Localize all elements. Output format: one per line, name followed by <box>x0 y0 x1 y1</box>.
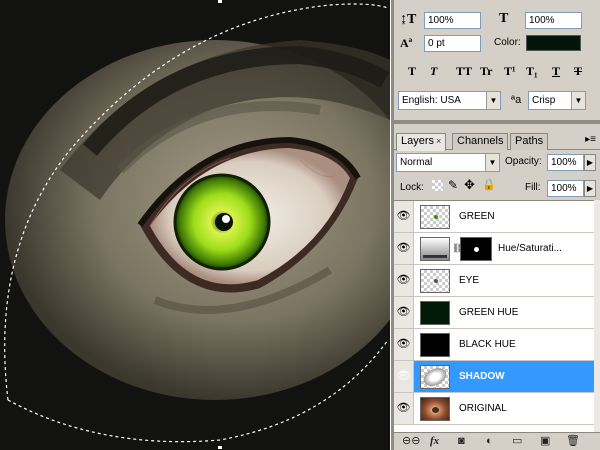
lock-position-icon[interactable]: ✥ <box>464 177 475 193</box>
adjustment-icon[interactable]: ◐ <box>486 435 493 448</box>
right-panel: ↨T 100% T 100% Aª 0 pt Color: T T TT Tr … <box>394 0 600 450</box>
opacity-slider-arrow-icon[interactable]: ▶ <box>584 154 596 171</box>
layer-thumbnail <box>420 301 450 325</box>
antialias-select[interactable]: Crisp ▼ <box>528 91 586 110</box>
fill-slider-arrow-icon[interactable]: ▶ <box>584 180 596 197</box>
panel-separator <box>394 120 600 124</box>
layer-original[interactable]: 👁 ORIGINAL <box>394 393 594 425</box>
vertical-scale-field[interactable]: 100% <box>424 12 481 29</box>
layer-name: Hue/Saturati... <box>498 243 562 254</box>
faux-bold-button[interactable]: T <box>408 64 416 78</box>
baseline-shift-field[interactable]: 0 pt <box>424 35 481 52</box>
layer-hue-saturation[interactable]: 👁 ⛓ Hue/Saturati... <box>394 233 594 265</box>
eye-icon[interactable]: 👁 <box>394 233 414 264</box>
close-icon[interactable]: × <box>436 136 441 146</box>
lock-transparency-icon[interactable] <box>432 180 443 191</box>
layer-name: ORIGINAL <box>459 403 507 414</box>
eye-photo <box>0 0 390 450</box>
layer-green-hue[interactable]: 👁 GREEN HUE <box>394 297 594 329</box>
tab-layers[interactable]: Layers × <box>396 133 447 151</box>
vertical-scale-icon: ↨T <box>400 12 417 27</box>
layer-shadow[interactable]: 👁 SHADOW <box>394 361 594 393</box>
tab-paths[interactable]: Paths <box>510 133 549 150</box>
layer-name: GREEN HUE <box>459 307 519 318</box>
fill-field[interactable]: 100% <box>547 180 584 197</box>
all-caps-button[interactable]: TT <box>456 64 472 78</box>
layer-mask-thumbnail[interactable] <box>460 237 492 261</box>
document-canvas[interactable] <box>0 0 390 450</box>
layer-eye[interactable]: 👁 EYE <box>394 265 594 297</box>
horizontal-scale-icon: T <box>499 11 509 26</box>
tab-paths-label: Paths <box>515 135 544 147</box>
layer-name: BLACK HUE <box>459 339 516 350</box>
mask-icon[interactable]: ◙ <box>458 435 465 448</box>
layer-thumbnail <box>420 269 450 293</box>
chevron-down-icon[interactable]: ▼ <box>485 154 499 171</box>
language-select[interactable]: English: USA ▼ <box>398 91 501 110</box>
faux-italic-button[interactable]: T <box>430 64 437 78</box>
lock-brush-icon[interactable]: ✎ <box>448 178 458 192</box>
layers-footer: ⊖⊖ fx ◙ ◐ ▭ ▣ 🗑 <box>394 432 600 450</box>
new-layer-icon[interactable]: ▣ <box>540 435 550 448</box>
layer-thumbnail <box>420 205 450 229</box>
layers-list: 👁 GREEN 👁 ⛓ Hue/Saturati... 👁 EYE 👁 GREE… <box>394 200 600 432</box>
tab-channels-label: Channels <box>457 135 504 147</box>
horizontal-scale-field[interactable]: 100% <box>525 12 582 29</box>
panel-menu-icon[interactable]: ▸≡ <box>585 134 596 145</box>
eye-icon[interactable]: 👁 <box>394 393 414 424</box>
layers-scrollbar[interactable] <box>594 200 600 432</box>
fx-icon[interactable]: fx <box>430 435 439 448</box>
chevron-down-icon[interactable]: ▼ <box>571 92 585 109</box>
layer-name: SHADOW <box>459 371 505 382</box>
opacity-field[interactable]: 100% <box>547 154 584 171</box>
layer-thumbnail <box>420 364 450 390</box>
layer-green[interactable]: 👁 GREEN <box>394 201 594 233</box>
eye-icon[interactable]: 👁 <box>394 329 414 360</box>
tab-channels[interactable]: Channels <box>452 133 509 150</box>
antialias-value: Crisp <box>532 95 556 106</box>
color-label: Color: <box>494 37 521 48</box>
layer-black-hue[interactable]: 👁 BLACK HUE <box>394 329 594 361</box>
eye-icon[interactable]: 👁 <box>394 201 414 232</box>
language-value: English: USA <box>402 95 461 106</box>
small-caps-button[interactable]: Tr <box>480 64 492 78</box>
layer-thumbnail <box>420 333 450 357</box>
text-color-swatch[interactable] <box>526 35 581 51</box>
chevron-down-icon[interactable]: ▼ <box>486 92 500 109</box>
link-icon[interactable]: ⊖⊖ <box>402 435 420 448</box>
eye-icon[interactable]: 👁 <box>394 265 414 296</box>
eye-icon[interactable]: 👁 <box>394 361 414 392</box>
baseline-shift-icon: Aª <box>400 36 413 50</box>
opacity-label: Opacity: <box>505 156 542 167</box>
subscript-button[interactable]: T₁ <box>526 64 538 78</box>
eye-icon[interactable]: 👁 <box>394 297 414 328</box>
lock-label: Lock: <box>400 182 424 193</box>
superscript-button[interactable]: T¹ <box>504 64 516 78</box>
antialias-icon: ªa <box>511 94 522 106</box>
blend-mode-select[interactable]: Normal ▼ <box>396 153 500 172</box>
fill-label: Fill: <box>525 182 541 193</box>
layers-panel-tabs: Layers × Channels Paths <box>394 130 600 151</box>
layer-thumbnail <box>420 397 450 421</box>
layer-name: GREEN <box>459 211 495 222</box>
blend-mode-value: Normal <box>400 157 433 168</box>
adjustment-layer-icon <box>420 237 450 261</box>
group-icon[interactable]: ▭ <box>512 435 522 448</box>
layer-name: EYE <box>459 275 480 286</box>
underline-button[interactable]: T <box>552 64 560 78</box>
strikethrough-button[interactable]: T <box>574 64 582 78</box>
tab-layers-label: Layers <box>401 135 435 147</box>
lock-all-icon[interactable]: 🔒 <box>482 178 496 191</box>
trash-icon[interactable]: 🗑 <box>566 435 580 448</box>
